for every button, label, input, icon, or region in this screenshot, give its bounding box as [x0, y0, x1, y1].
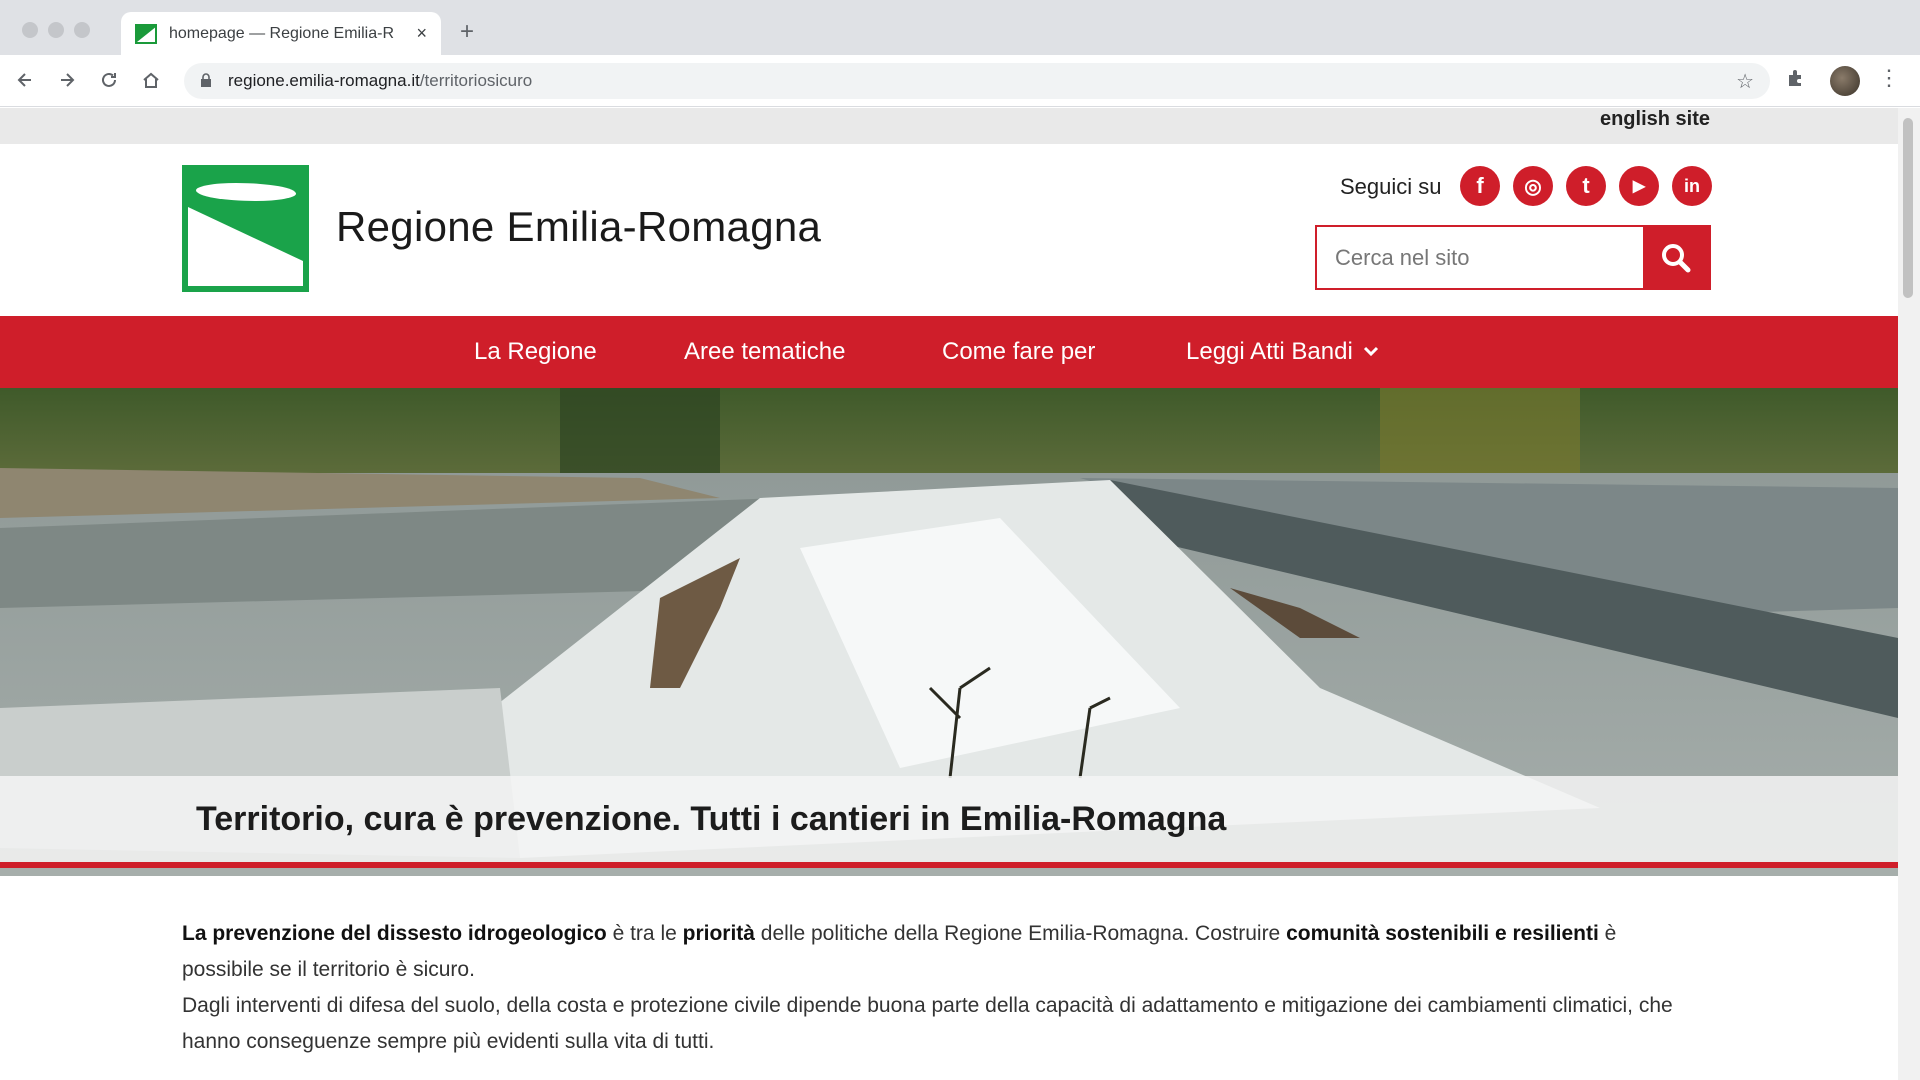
window-minimize-dot[interactable] — [48, 22, 64, 38]
scrollbar-thumb[interactable] — [1903, 118, 1913, 298]
region-logo[interactable] — [182, 165, 309, 292]
english-site-link[interactable]: english site — [1600, 108, 1710, 131]
home-icon[interactable] — [136, 65, 166, 95]
extensions-icon[interactable] — [1786, 68, 1806, 94]
browser-tab-active[interactable]: homepage — Regione Emilia-R × — [121, 12, 441, 55]
top-utility-strip: english site — [0, 108, 1898, 144]
search-icon — [1662, 243, 1691, 272]
tab-title: homepage — Regione Emilia-R — [169, 24, 394, 42]
facebook-icon[interactable]: f — [1460, 166, 1500, 206]
nav-item-aree-tematiche[interactable]: Aree tematiche — [684, 338, 845, 366]
profile-avatar[interactable] — [1830, 66, 1860, 96]
favicon-icon — [135, 23, 157, 44]
intro-text-part: è tra le — [606, 922, 683, 945]
hero-title[interactable]: Territorio, cura è prevenzione. Tutti i … — [196, 800, 1226, 839]
reload-icon[interactable] — [94, 65, 124, 95]
follow-label: Seguici su — [1340, 174, 1442, 199]
lock-icon — [200, 72, 212, 90]
nav-item-leggi-atti-bandi-label: Leggi Atti Bandi — [1186, 338, 1353, 365]
youtube-icon[interactable]: ▶ — [1619, 166, 1659, 206]
nav-item-leggi-atti-bandi[interactable]: Leggi Atti Bandi — [1186, 338, 1379, 366]
url-path: /territoriosicuro — [419, 71, 533, 90]
search-button[interactable] — [1643, 227, 1709, 288]
url-host: regione.emilia-romagna.it — [228, 71, 420, 90]
chevron-down-icon — [1363, 344, 1379, 362]
nav-item-come-fare-per[interactable]: Come fare per — [942, 338, 1095, 366]
back-icon[interactable] — [10, 65, 40, 95]
intro-emphasis-comunita: comunità sostenibili e resilienti — [1286, 922, 1599, 945]
browser-tabbar: homepage — Regione Emilia-R × + — [0, 0, 1920, 55]
intro-paragraph-2: Dagli interventi di difesa del suolo, de… — [182, 994, 1673, 1053]
tab-close-icon[interactable]: × — [416, 23, 427, 44]
intro-emphasis-priorita: priorità — [682, 922, 755, 945]
site-search — [1315, 225, 1711, 290]
linkedin-icon[interactable]: in — [1672, 166, 1712, 206]
intro-emphasis-dissesto: La prevenzione del dissesto idrogeologic… — [182, 922, 607, 945]
site-title[interactable]: Regione Emilia-Romagna — [336, 203, 821, 251]
intro-paragraph-1: La prevenzione del dissesto idrogeologic… — [182, 916, 1692, 988]
hero-divider — [0, 862, 1898, 868]
forward-icon[interactable] — [52, 65, 82, 95]
address-bar[interactable]: regione.emilia-romagna.it/territoriosicu… — [184, 63, 1770, 99]
twitter-icon[interactable]: t — [1566, 166, 1606, 206]
hero-caption: Territorio, cura è prevenzione. Tutti i … — [0, 776, 1898, 862]
web-page: english site Regione Emilia-Romagna Segu… — [0, 108, 1898, 1080]
window-maximize-dot[interactable] — [74, 22, 90, 38]
search-input[interactable] — [1317, 227, 1643, 288]
instagram-icon[interactable]: ◎ — [1513, 166, 1553, 206]
nav-item-la-regione[interactable]: La Regione — [474, 338, 597, 366]
bookmark-star-icon[interactable]: ☆ — [1736, 69, 1754, 94]
browser-menu-icon[interactable]: ⋮ — [1878, 65, 1900, 91]
url-text: regione.emilia-romagna.it/territoriosicu… — [228, 71, 1736, 91]
browser-toolbar: regione.emilia-romagna.it/territoriosicu… — [0, 55, 1920, 107]
intro-text: La prevenzione del dissesto idrogeologic… — [182, 916, 1692, 1060]
window-close-dot[interactable] — [22, 22, 38, 38]
new-tab-button[interactable]: + — [460, 18, 474, 46]
intro-text-part: delle politiche della Regione Emilia-Rom… — [754, 922, 1287, 945]
hero-banner[interactable]: Territorio, cura è prevenzione. Tutti i … — [0, 388, 1898, 876]
main-navigation: La Regione Aree tematiche Come fare per … — [0, 316, 1898, 388]
page-scrollbar[interactable] — [1898, 108, 1920, 1080]
